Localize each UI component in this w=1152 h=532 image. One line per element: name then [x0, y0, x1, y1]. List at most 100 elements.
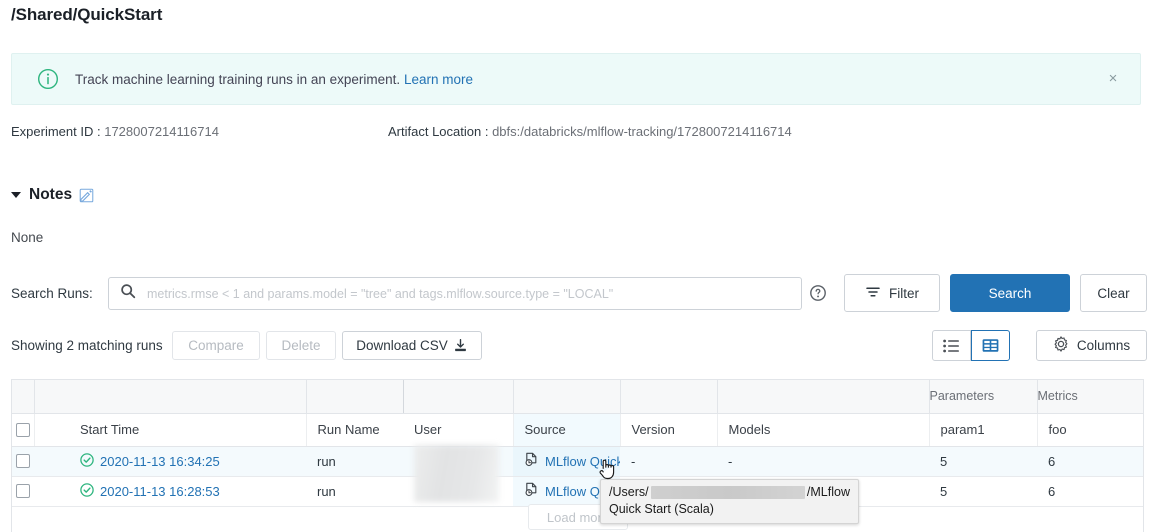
experiment-id-meta: Experiment ID : 1728007214116714 — [11, 124, 219, 139]
info-banner-text: Track machine learning training runs in … — [75, 72, 473, 87]
row-foo-cell: 6 — [1037, 446, 1143, 476]
page-title: /Shared/QuickStart — [11, 5, 162, 25]
grid-view-icon[interactable] — [971, 330, 1010, 361]
search-runs-label: Search Runs: — [11, 286, 93, 301]
row-param1-cell: 5 — [929, 446, 1037, 476]
column-header-run-name[interactable]: Run Name — [306, 413, 403, 446]
filter-button-label: Filter — [889, 286, 919, 301]
experiment-id-label: Experiment ID : — [11, 124, 101, 139]
group-cell-blank-3 — [306, 380, 403, 413]
column-header-select[interactable] — [12, 413, 34, 446]
column-header-start-time-label: Start Time — [78, 422, 306, 437]
group-cell-blank-7 — [717, 380, 929, 413]
artifact-location-label: Artifact Location : — [388, 124, 488, 139]
notes-header[interactable]: Notes — [11, 186, 94, 204]
group-cell-blank-4 — [403, 380, 513, 413]
group-cell-blank-0 — [12, 380, 34, 413]
clear-button[interactable]: Clear — [1080, 274, 1147, 312]
columns-button-label: Columns — [1077, 338, 1130, 353]
view-toggle[interactable] — [932, 330, 1010, 361]
column-header-start-time[interactable]: Start Time — [78, 413, 306, 446]
search-runs-box[interactable] — [108, 277, 802, 310]
close-icon[interactable]: × — [1104, 70, 1122, 88]
check-circle-icon — [80, 483, 94, 500]
column-header-source-label: Source — [514, 422, 620, 437]
row-spacer-cell — [34, 446, 78, 476]
check-circle-icon — [80, 453, 94, 470]
row-source-cell: MLflow Quick — [513, 446, 620, 476]
tooltip-suffix: /MLflow — [807, 484, 850, 501]
download-icon — [450, 338, 468, 353]
tooltip-prefix: /Users/ — [609, 484, 649, 501]
row-start-time-cell: 2020-11-13 16:34:25 — [78, 446, 306, 476]
notes-body: None — [11, 230, 43, 245]
delete-button[interactable]: Delete — [266, 331, 336, 360]
row-user-cell — [403, 446, 513, 476]
column-header-spacer — [34, 413, 78, 446]
column-header-models-label: Models — [718, 422, 929, 437]
row-start-time-cell: 2020-11-13 16:28:53 — [78, 476, 306, 506]
select-all-checkbox[interactable] — [16, 423, 30, 437]
column-header-source[interactable]: Source — [513, 413, 620, 446]
artifact-location-meta: Artifact Location : dbfs:/databricks/mlf… — [388, 124, 792, 139]
table-group-header-row: Parameters Metrics — [12, 380, 1143, 413]
row-select-cell[interactable] — [12, 476, 34, 506]
row-models-cell: - — [717, 446, 929, 476]
search-button[interactable]: Search — [950, 274, 1070, 312]
row-user-cell — [403, 476, 513, 506]
run-version-value: - — [620, 454, 717, 469]
row-version-cell: - — [620, 446, 717, 476]
run-start-time-link[interactable]: 2020-11-13 16:34:25 — [100, 454, 220, 469]
info-banner-message: Track machine learning training runs in … — [75, 72, 400, 87]
column-header-param1-label: param1 — [930, 422, 1037, 437]
column-header-models[interactable]: Models — [717, 413, 929, 446]
group-cell-blank-2 — [78, 380, 306, 413]
run-source-link[interactable]: MLflow Quick — [545, 454, 620, 469]
info-banner: Track machine learning training runs in … — [11, 53, 1141, 105]
column-header-version[interactable]: Version — [620, 413, 717, 446]
run-foo-value: 6 — [1037, 484, 1143, 499]
compare-button[interactable]: Compare — [172, 331, 260, 360]
column-header-foo-label: foo — [1038, 422, 1144, 437]
column-header-user[interactable]: User — [403, 413, 513, 446]
pencil-edit-icon[interactable] — [79, 188, 94, 203]
group-header-parameters: Parameters — [929, 380, 1037, 413]
column-header-version-label: Version — [621, 422, 717, 437]
artifact-location-value: dbfs:/databricks/mlflow-tracking/1728007… — [492, 124, 792, 139]
row-checkbox[interactable] — [16, 484, 30, 498]
column-header-param1[interactable]: param1 — [929, 413, 1037, 446]
table-row[interactable]: 2020-11-13 16:28:53 run — [12, 476, 1143, 506]
filter-icon — [865, 284, 881, 303]
list-view-icon[interactable] — [932, 330, 971, 361]
columns-button[interactable]: Columns — [1036, 330, 1147, 361]
search-input[interactable] — [145, 279, 801, 308]
table-row[interactable]: 2020-11-13 16:34:25 run — [12, 446, 1143, 476]
row-spacer-cell — [34, 476, 78, 506]
info-circle-icon — [37, 68, 59, 90]
run-name-value: run — [306, 454, 403, 469]
showing-runs-text: Showing 2 matching runs — [11, 338, 163, 353]
learn-more-link[interactable]: Learn more — [404, 72, 473, 87]
column-header-foo[interactable]: foo — [1037, 413, 1143, 446]
experiment-page: /Shared/QuickStart Track machine learnin… — [0, 0, 1152, 532]
chevron-down-icon[interactable] — [11, 192, 21, 198]
row-select-cell[interactable] — [12, 446, 34, 476]
row-checkbox[interactable] — [16, 454, 30, 468]
run-name-value: run — [306, 484, 403, 499]
help-circle-icon[interactable] — [810, 285, 826, 301]
group-cell-blank-5 — [513, 380, 620, 413]
download-csv-label: Download CSV — [356, 338, 448, 353]
run-param1-value: 5 — [929, 484, 1037, 499]
notes-title: Notes — [29, 186, 72, 204]
notebook-revision-icon — [524, 452, 539, 470]
tooltip-redacted-user — [651, 486, 805, 499]
download-csv-button[interactable]: Download CSV — [342, 331, 482, 360]
run-foo-value: 6 — [1037, 454, 1143, 469]
row-run-name-cell: run — [306, 476, 403, 506]
column-header-user-label: User — [403, 422, 513, 437]
column-header-run-name-label: Run Name — [307, 422, 404, 437]
filter-button[interactable]: Filter — [844, 274, 940, 312]
search-icon — [109, 283, 136, 304]
run-start-time-link[interactable]: 2020-11-13 16:28:53 — [100, 484, 220, 499]
notebook-revision-icon — [524, 482, 539, 500]
